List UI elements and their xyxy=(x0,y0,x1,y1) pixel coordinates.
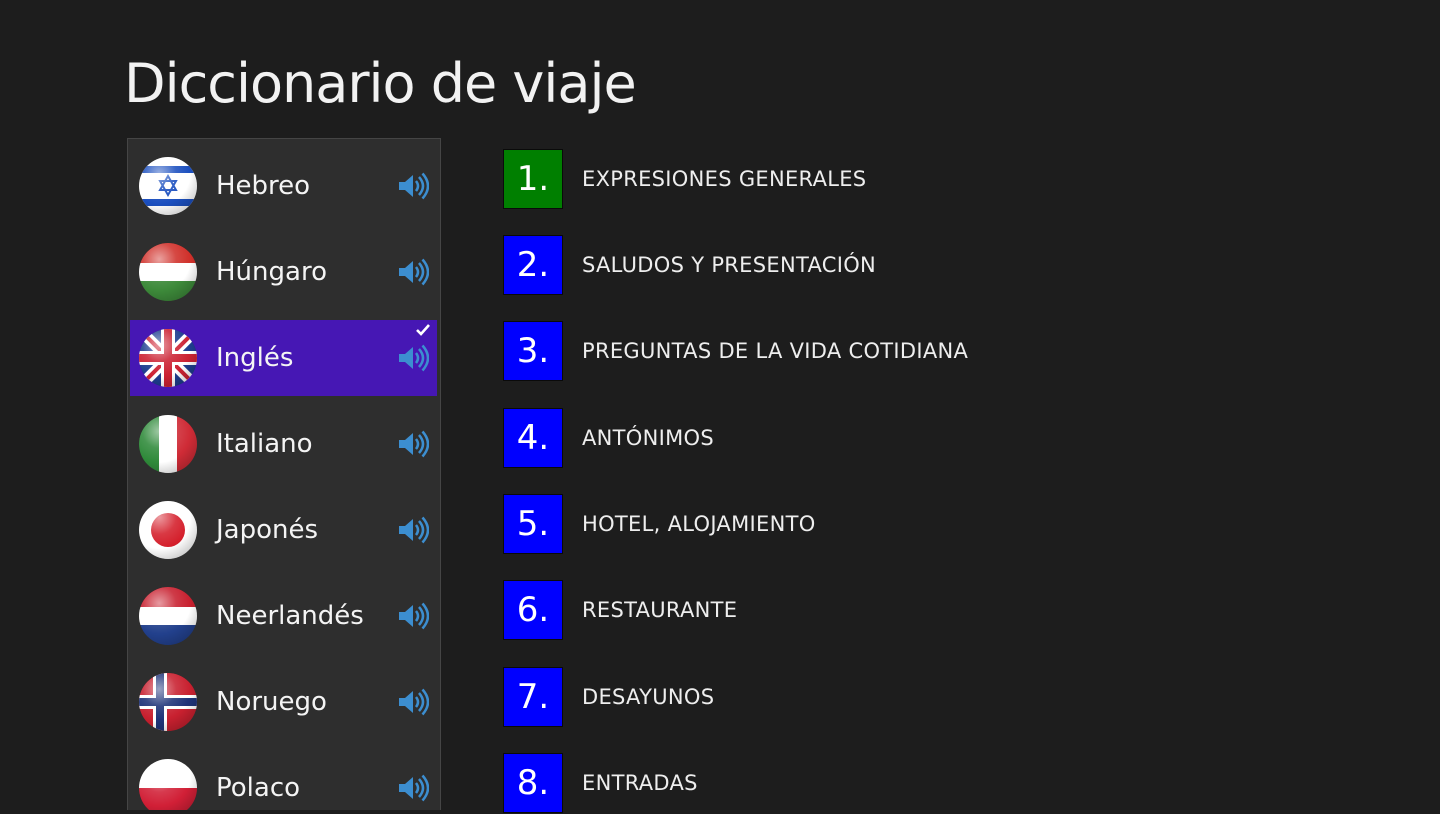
speaker-icon[interactable] xyxy=(395,427,429,461)
language-name: Neerlandés xyxy=(216,601,364,631)
category-item-6[interactable]: 6. RESTAURANTE xyxy=(503,579,737,641)
language-item-noruego[interactable]: Noruego xyxy=(130,664,437,740)
category-label: DESAYUNOS xyxy=(582,685,715,709)
language-name: Italiano xyxy=(216,429,313,459)
uk-flag-icon xyxy=(139,329,197,387)
category-number: 6. xyxy=(503,580,563,640)
category-label: ENTRADAS xyxy=(582,771,698,795)
language-name: Húngaro xyxy=(216,257,327,287)
language-item-polaco[interactable]: Polaco xyxy=(130,750,437,810)
category-label: HOTEL, ALOJAMIENTO xyxy=(582,512,816,536)
category-number: 3. xyxy=(503,321,563,381)
category-label: SALUDOS Y PRESENTACIÓN xyxy=(582,253,877,277)
category-item-2[interactable]: 2. SALUDOS Y PRESENTACIÓN xyxy=(503,234,876,296)
speaker-icon[interactable] xyxy=(395,771,429,805)
language-name: Noruego xyxy=(216,687,327,717)
category-item-3[interactable]: 3. PREGUNTAS DE LA VIDA COTIDIANA xyxy=(503,320,968,382)
category-item-1[interactable]: 1. EXPRESIONES GENERALES xyxy=(503,148,866,210)
poland-flag-icon xyxy=(139,759,197,810)
netherlands-flag-icon xyxy=(139,587,197,645)
language-item-neerlandes[interactable]: Neerlandés xyxy=(130,578,437,654)
category-label: RESTAURANTE xyxy=(582,598,738,622)
language-item-ingles[interactable]: Inglés xyxy=(130,320,437,396)
category-number: 5. xyxy=(503,494,563,554)
language-item-italiano[interactable]: Italiano xyxy=(130,406,437,482)
category-number: 1. xyxy=(503,149,563,209)
language-name: Inglés xyxy=(216,343,294,373)
japan-flag-icon xyxy=(139,501,197,559)
language-item-hebreo[interactable]: Hebreo xyxy=(130,148,437,224)
language-name: Japonés xyxy=(216,515,319,545)
speaker-icon[interactable] xyxy=(395,341,429,375)
page-title: Diccionario de viaje xyxy=(124,52,637,115)
category-label: PREGUNTAS DE LA VIDA COTIDIANA xyxy=(582,339,969,363)
speaker-icon[interactable] xyxy=(395,513,429,547)
category-number: 7. xyxy=(503,667,563,727)
language-item-japones[interactable]: Japonés xyxy=(130,492,437,568)
hungary-flag-icon xyxy=(139,243,197,301)
checkmark-icon xyxy=(416,324,430,336)
category-number: 8. xyxy=(503,753,563,813)
category-item-5[interactable]: 5. HOTEL, ALOJAMIENTO xyxy=(503,493,816,555)
category-label: EXPRESIONES GENERALES xyxy=(582,167,867,191)
category-number: 4. xyxy=(503,408,563,468)
category-item-8[interactable]: 8. ENTRADAS xyxy=(503,752,698,814)
norway-flag-icon xyxy=(139,673,197,731)
category-number: 2. xyxy=(503,235,563,295)
language-item-hungaro[interactable]: Húngaro xyxy=(130,234,437,310)
language-name: Polaco xyxy=(216,773,301,803)
category-item-7[interactable]: 7. DESAYUNOS xyxy=(503,666,714,728)
language-list[interactable]: Hebreo Húngaro Inglés Italiano Japonés N… xyxy=(127,138,441,810)
speaker-icon[interactable] xyxy=(395,169,429,203)
speaker-icon[interactable] xyxy=(395,685,429,719)
speaker-icon[interactable] xyxy=(395,599,429,633)
language-name: Hebreo xyxy=(216,171,311,201)
italy-flag-icon xyxy=(139,415,197,473)
speaker-icon[interactable] xyxy=(395,255,429,289)
israel-flag-icon xyxy=(139,157,197,215)
category-item-4[interactable]: 4. ANTÓNIMOS xyxy=(503,407,714,469)
category-label: ANTÓNIMOS xyxy=(582,426,715,450)
